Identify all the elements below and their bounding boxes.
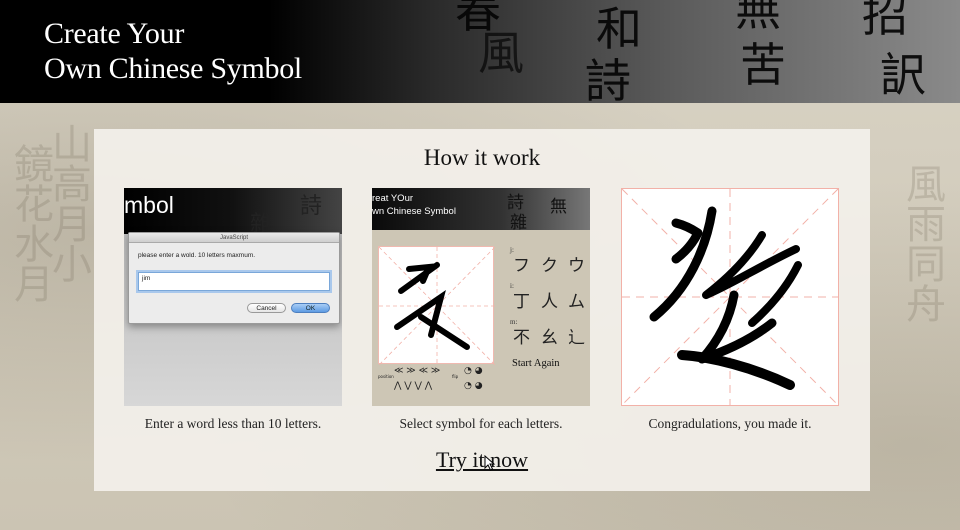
- toolbar-label: position: [378, 374, 394, 379]
- prompt-dialog: JavaScript please enter a wold. 10 lette…: [128, 232, 340, 324]
- dialog-ok-button: OK: [291, 303, 330, 313]
- symbol-option: 辶: [568, 328, 585, 348]
- calligraphy-decoration: 和: [596, 2, 642, 56]
- page-title: Create Your Own Chinese Symbol: [44, 16, 302, 86]
- screenshot-banner: mbol 詩 雜: [124, 188, 342, 237]
- symbol-option: ム: [568, 292, 585, 312]
- step-2-caption: Select symbol for each letters.: [399, 416, 563, 431]
- dialog-cancel-button: Cancel: [247, 303, 286, 313]
- calligraphy-decoration: 詩: [585, 54, 631, 103]
- symbol-option: ウ: [568, 256, 585, 276]
- screenshot-banner: reat YOur wn Chinese Symbol 詩 雜 無: [372, 188, 590, 233]
- step-1-screenshot: mbol 詩 雜 JavaScript please enter a wold.…: [124, 188, 342, 406]
- calligraphy-decoration: 苦: [740, 38, 786, 92]
- dialog-input: jim: [138, 272, 330, 291]
- toolbar-row: ≪ ≫ ≪ ≫: [394, 366, 441, 376]
- rotate-icon: ◔ ◕: [464, 381, 483, 391]
- symbol-option: 丁: [513, 292, 530, 312]
- toolbar-row: ⋀ ⋁ ⋁ ⋀: [394, 381, 433, 391]
- calligraphy-decoration: 無: [735, 0, 781, 36]
- page-title-line1: Create Your: [44, 17, 185, 50]
- calligraphy-decoration: 風雨同舟: [899, 163, 945, 323]
- banner-text-line1: reat YOur: [372, 193, 414, 204]
- calligraphy-decoration: 無: [550, 197, 567, 217]
- mouse-cursor-icon: [484, 455, 496, 471]
- calligraphy-decoration: 招: [862, 0, 908, 42]
- step-3-caption: Congradulations, you made it.: [648, 416, 812, 431]
- start-again-link: Start Again: [512, 358, 560, 369]
- banner-text: mbol: [124, 192, 174, 218]
- result-grid: [622, 189, 838, 405]
- symbol-option: 不: [513, 328, 530, 348]
- rotate-icon: ◔ ◕: [464, 366, 483, 376]
- step-2-screenshot: reat YOur wn Chinese Symbol 詩 雜 無 j: i: …: [372, 188, 590, 406]
- dialog-title: JavaScript: [129, 233, 339, 243]
- step-3-result-symbol: [621, 188, 839, 406]
- try-it-now-link[interactable]: Try it now: [94, 447, 870, 473]
- calligraphy-decoration: 訳: [880, 48, 926, 102]
- symbol-option: 人: [541, 292, 558, 312]
- step-1-caption: Enter a word less than 10 letters.: [144, 416, 322, 431]
- section-title: How it work: [423, 145, 541, 170]
- result-symbol-strokes: [649, 206, 802, 390]
- preview-grid: [378, 246, 496, 366]
- calligraphy-decoration: 詩: [300, 194, 323, 219]
- how-it-works-panel: How it work mbol 詩 雜 JavaScript please e…: [94, 129, 870, 491]
- symbol-option: ク: [541, 256, 558, 276]
- symbol-option: 幺: [541, 328, 558, 348]
- symbol-preview: [378, 246, 496, 366]
- symbol-option: フ: [513, 256, 530, 276]
- toolbar-label: flip: [452, 374, 459, 379]
- dialog-message: please enter a wold. 10 letters maxmum.: [138, 252, 256, 259]
- site-header: 春 風 和 詩 無 苦 招 訳 Create Your Own Chinese …: [0, 0, 960, 103]
- banner-text-line2: wn Chinese Symbol: [372, 206, 456, 217]
- page-title-line2: Own Chinese Symbol: [44, 52, 302, 85]
- calligraphy-decoration: 山高月小: [45, 123, 91, 283]
- calligraphy-decoration: 雜: [510, 213, 527, 233]
- try-it-now-label[interactable]: Try it now: [436, 447, 528, 472]
- calligraphy-decoration: 風: [478, 26, 524, 80]
